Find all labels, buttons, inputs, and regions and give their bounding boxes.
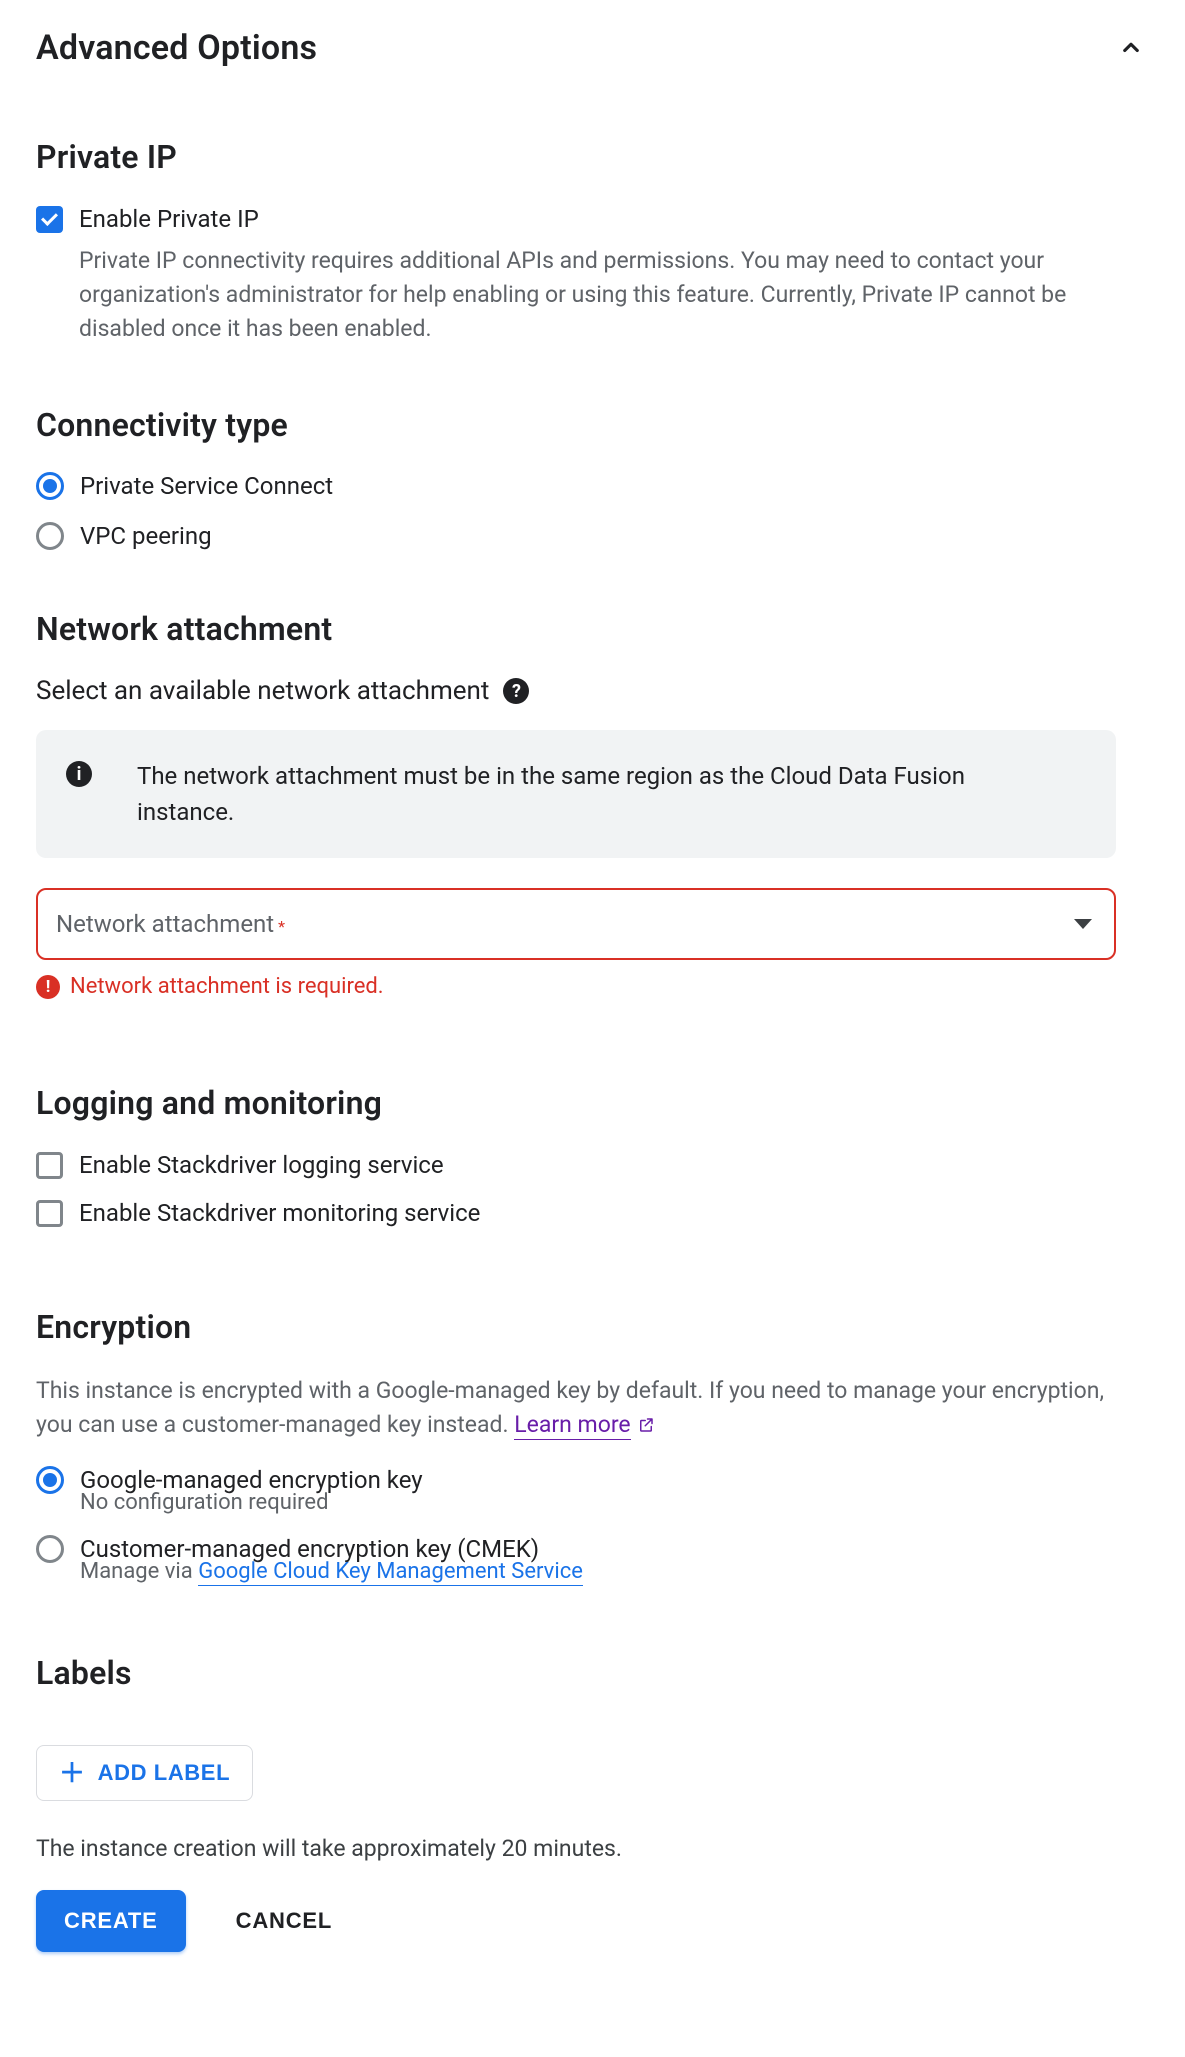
encryption-title: Encryption bbox=[36, 1308, 1146, 1346]
chevron-down-icon bbox=[1074, 919, 1092, 929]
logging-title: Logging and monitoring bbox=[36, 1084, 1146, 1122]
connectivity-vpc-radio[interactable] bbox=[36, 522, 64, 550]
info-icon: i bbox=[66, 761, 92, 787]
google-managed-key-radio[interactable] bbox=[36, 1466, 64, 1494]
labels-title: Labels bbox=[36, 1654, 1146, 1692]
logging-section: Logging and monitoring Enable Stackdrive… bbox=[36, 1084, 1146, 1228]
private-ip-description: Private IP connectivity requires additio… bbox=[79, 244, 1139, 346]
cmek-radio[interactable] bbox=[36, 1535, 64, 1563]
stackdriver-monitoring-label: Enable Stackdriver monitoring service bbox=[79, 1198, 480, 1228]
network-attachment-placeholder: Network attachment bbox=[56, 910, 274, 938]
connectivity-psc-radio[interactable] bbox=[36, 472, 64, 500]
enable-private-ip-label: Enable Private IP bbox=[79, 204, 259, 234]
collapse-icon[interactable] bbox=[1116, 33, 1146, 63]
network-attachment-select[interactable]: Network attachment* bbox=[36, 888, 1116, 960]
network-attachment-info-text: The network attachment must be in the sa… bbox=[137, 758, 1017, 830]
kms-link[interactable]: Google Cloud Key Management Service bbox=[198, 1559, 583, 1586]
connectivity-type-section: Connectivity type Private Service Connec… bbox=[36, 406, 1146, 550]
plus-icon: ＋ bbox=[59, 1763, 86, 1783]
stackdriver-logging-checkbox[interactable] bbox=[36, 1152, 63, 1179]
cancel-button[interactable]: CANCEL bbox=[230, 1907, 338, 1935]
add-label-text: ADD LABEL bbox=[98, 1760, 231, 1786]
create-button[interactable]: CREATE bbox=[36, 1890, 186, 1952]
labels-section: Labels ＋ ADD LABEL bbox=[36, 1654, 1146, 1801]
cmek-sub-prefix: Manage via bbox=[80, 1559, 198, 1584]
google-managed-key-sub: No configuration required bbox=[80, 1490, 1146, 1515]
advanced-options-title: Advanced Options bbox=[36, 28, 317, 68]
add-label-button[interactable]: ＋ ADD LABEL bbox=[36, 1745, 253, 1801]
encryption-learn-more-link[interactable]: Learn more bbox=[514, 1411, 630, 1440]
stackdriver-monitoring-checkbox[interactable] bbox=[36, 1200, 63, 1227]
connectivity-title: Connectivity type bbox=[36, 406, 1146, 444]
help-icon[interactable]: ? bbox=[503, 678, 529, 704]
network-attachment-title: Network attachment bbox=[36, 610, 1146, 648]
network-attachment-error: Network attachment is required. bbox=[70, 974, 384, 999]
connectivity-vpc-label: VPC peering bbox=[80, 522, 212, 550]
creation-time-note: The instance creation will take approxim… bbox=[36, 1835, 1146, 1862]
external-link-icon bbox=[637, 1410, 655, 1444]
connectivity-psc-label: Private Service Connect bbox=[80, 472, 333, 500]
network-attachment-caption: Select an available network attachment bbox=[36, 676, 489, 706]
private-ip-title: Private IP bbox=[36, 138, 1146, 176]
private-ip-section: Private IP Enable Private IP Private IP … bbox=[36, 138, 1146, 346]
enable-private-ip-checkbox[interactable] bbox=[36, 206, 63, 233]
encryption-section: Encryption This instance is encrypted wi… bbox=[36, 1308, 1146, 1584]
error-icon: ! bbox=[36, 975, 60, 999]
network-attachment-info-banner: i The network attachment must be in the … bbox=[36, 730, 1116, 858]
stackdriver-logging-label: Enable Stackdriver logging service bbox=[79, 1150, 444, 1180]
network-attachment-section: Network attachment Select an available n… bbox=[36, 610, 1146, 999]
footer: The instance creation will take approxim… bbox=[36, 1835, 1146, 1952]
required-marker: * bbox=[278, 917, 285, 936]
